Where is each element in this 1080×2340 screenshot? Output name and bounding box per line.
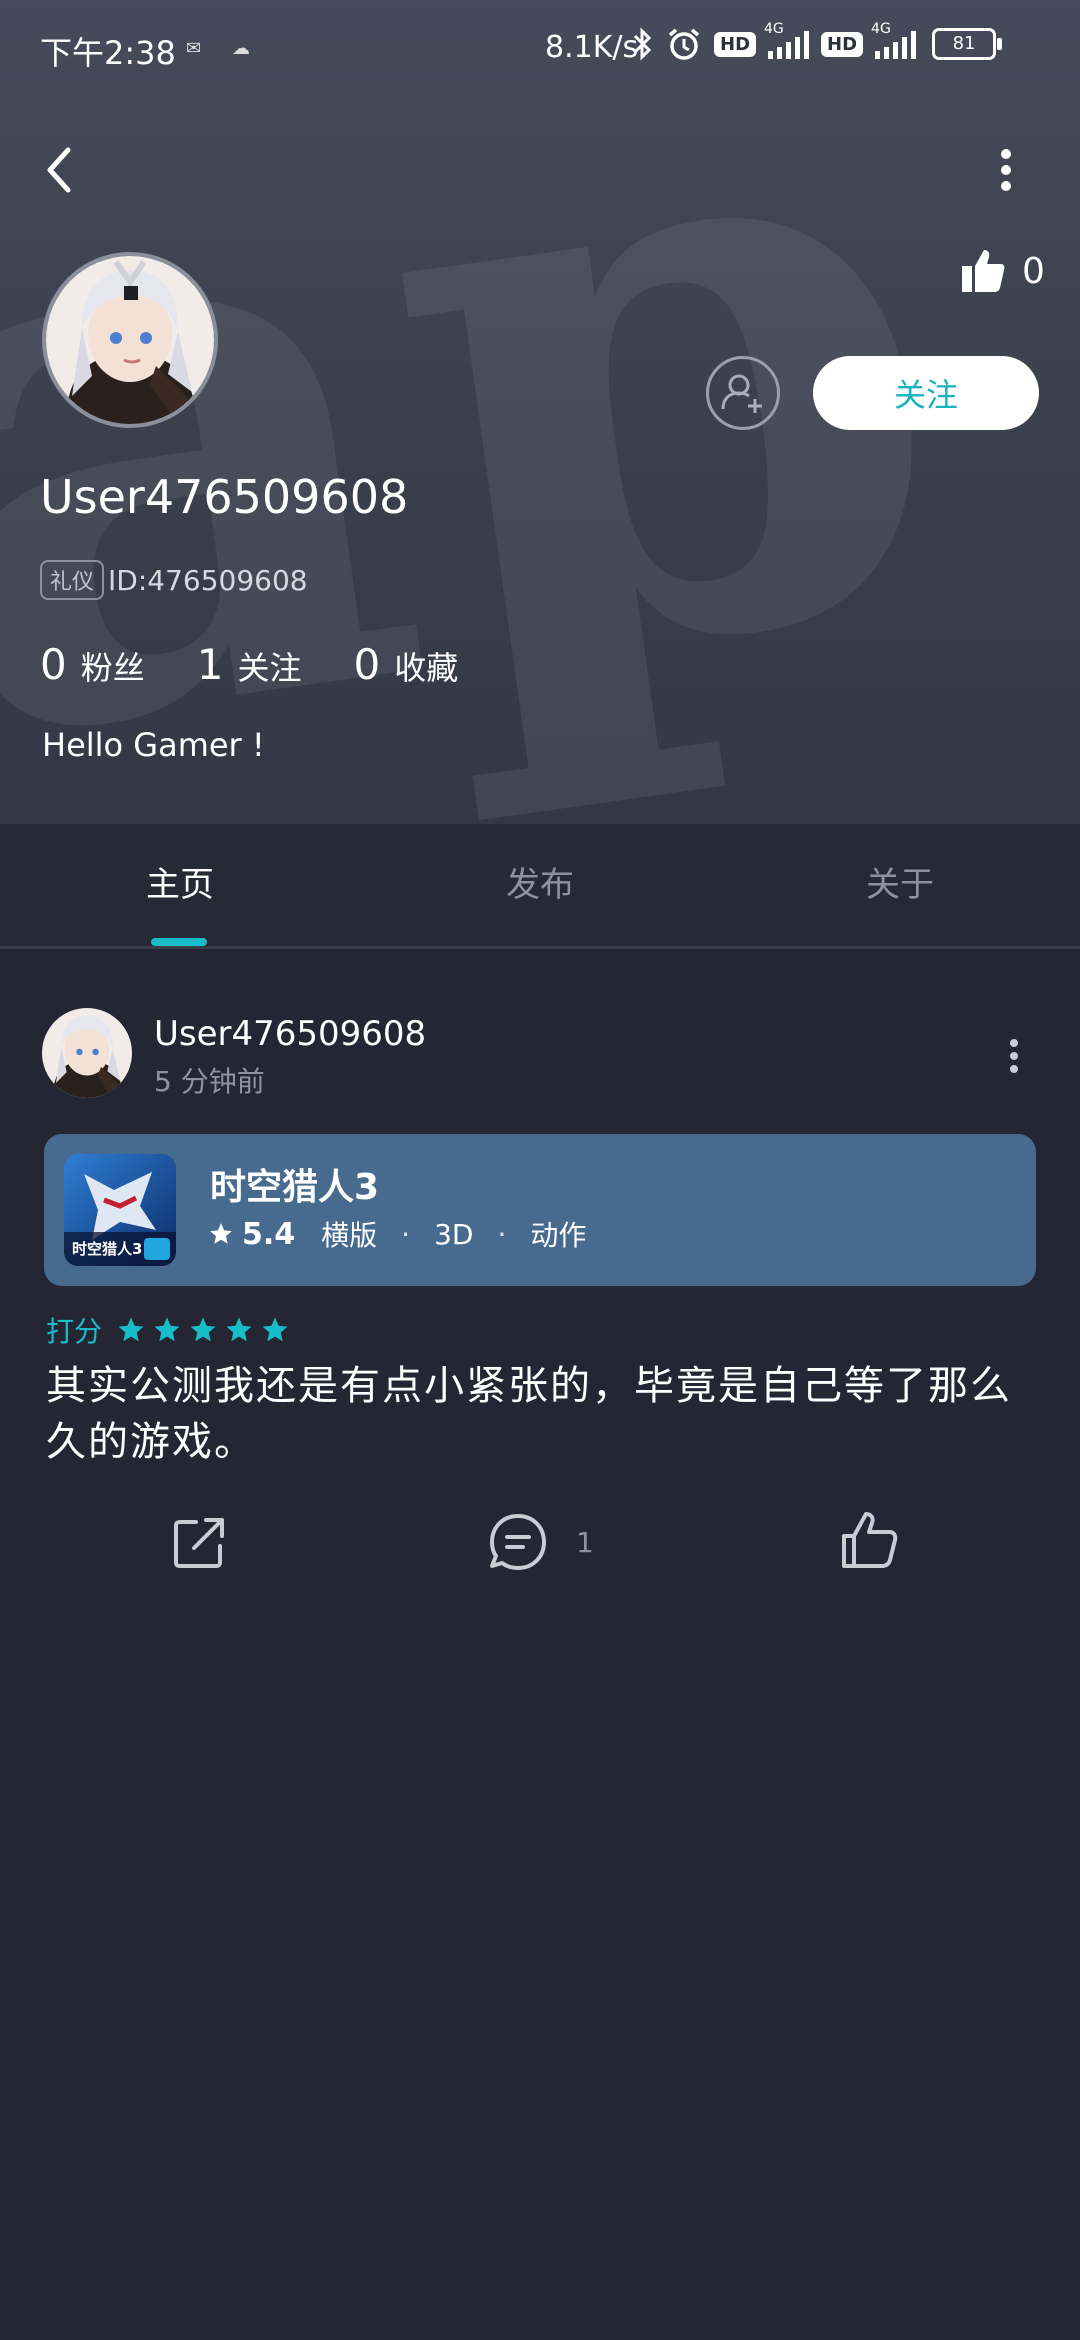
profile-tabs: 主页 发布 关于	[0, 824, 1080, 949]
fans-count[interactable]: 0	[40, 640, 67, 689]
user-id-row: 礼仪 ID:476509608	[40, 560, 308, 600]
share-icon[interactable]	[170, 1512, 230, 1572]
rating-star-icon	[118, 1317, 144, 1342]
status-time: 下午2:38	[40, 34, 176, 72]
game-tag: 横版	[321, 1219, 378, 1252]
game-meta: 5.4 横版 · 3D · 动作	[208, 1214, 586, 1254]
rating-star-icon	[262, 1317, 288, 1342]
comment-icon[interactable]	[488, 1512, 548, 1572]
active-tab-indicator	[151, 938, 207, 946]
user-id: ID:476509608	[108, 563, 308, 597]
user-tag-badge: 礼仪	[40, 560, 105, 600]
svg-text:时空猎人3: 时空猎人3	[72, 1240, 142, 1258]
post-body[interactable]: 其实公测我还是有点小紧张的，毕竟是自己等了那么久的游戏。	[46, 1358, 1036, 1470]
thumbs-up-icon	[962, 250, 1005, 292]
post-more-icon[interactable]	[1004, 1036, 1024, 1076]
fans-label[interactable]: 粉丝	[81, 643, 145, 689]
profile-username: User476509608	[40, 470, 409, 524]
post-timestamp: 5 分钟前	[154, 1065, 265, 1098]
battery-icon: 81	[932, 28, 1003, 60]
rating-star-icon	[154, 1317, 180, 1342]
more-vertical-icon[interactable]	[988, 140, 1024, 200]
post-author-name[interactable]: User476509608	[154, 1014, 426, 1054]
rating-star-icon	[226, 1317, 252, 1342]
rating-star-icon	[190, 1317, 216, 1342]
post-author-avatar[interactable]	[42, 1008, 132, 1098]
back-arrow-icon[interactable]	[38, 140, 82, 200]
favorites-count[interactable]: 0	[354, 640, 381, 689]
hd-badge: HD	[821, 31, 864, 57]
profile-header: ap 下午2:38 ✉ ☁ 8.1K/s HD 4G HD 4G 81 0 关注…	[0, 0, 1080, 824]
tab-about[interactable]: 关于	[720, 824, 1080, 946]
tag-separator: ·	[497, 1217, 507, 1251]
profile-stats: 0 粉丝 1 关注 0 收藏	[40, 640, 510, 689]
signal-icon: 4G	[764, 21, 810, 59]
game-card[interactable]: 时空猎人3 时空猎人3 5.4 横版 · 3D · 动作	[44, 1134, 1036, 1286]
bluetooth-icon	[633, 27, 652, 61]
profile-like[interactable]: 0	[960, 248, 1045, 294]
add-friend-button[interactable]	[706, 356, 780, 430]
game-score: 5.4	[242, 1216, 296, 1252]
tab-posts[interactable]: 发布	[360, 824, 720, 946]
profile-bio: Hello Gamer !	[42, 726, 265, 764]
status-bar: 下午2:38 ✉ ☁ 8.1K/s HD 4G HD 4G 81	[0, 0, 1080, 96]
following-label[interactable]: 关注	[237, 643, 301, 689]
comment-count: 1	[576, 1526, 594, 1559]
follow-button[interactable]: 关注	[813, 356, 1039, 430]
network-speed: 8.1K/s	[545, 30, 639, 65]
tag-separator: ·	[401, 1217, 411, 1251]
game-icon-image: 时空猎人3	[64, 1154, 176, 1266]
avatar-image	[42, 1008, 132, 1098]
hd-badge: HD	[714, 31, 757, 57]
game-tag: 3D	[434, 1217, 474, 1251]
tab-home[interactable]: 主页	[0, 824, 360, 946]
rating-row: 打分	[46, 1310, 296, 1350]
rating-label: 打分	[46, 1315, 103, 1348]
profile-like-count: 0	[1022, 250, 1045, 292]
favorites-label[interactable]: 收藏	[394, 643, 458, 689]
following-count[interactable]: 1	[197, 640, 224, 689]
notification-icon: ☁	[232, 38, 250, 59]
avatar[interactable]	[42, 252, 218, 428]
game-name: 时空猎人3	[210, 1167, 380, 1208]
thumbs-up-icon[interactable]	[838, 1508, 902, 1572]
game-tag: 动作	[530, 1219, 587, 1252]
game-icon: 时空猎人3	[64, 1154, 176, 1266]
signal-icon: 4G	[871, 21, 917, 59]
add-user-icon	[721, 374, 762, 413]
notification-icon: ✉	[186, 38, 202, 59]
avatar-image	[46, 256, 214, 424]
status-icons: HD 4G HD 4G 81	[632, 21, 1003, 62]
alarm-icon	[668, 28, 700, 60]
star-icon	[210, 1223, 232, 1244]
